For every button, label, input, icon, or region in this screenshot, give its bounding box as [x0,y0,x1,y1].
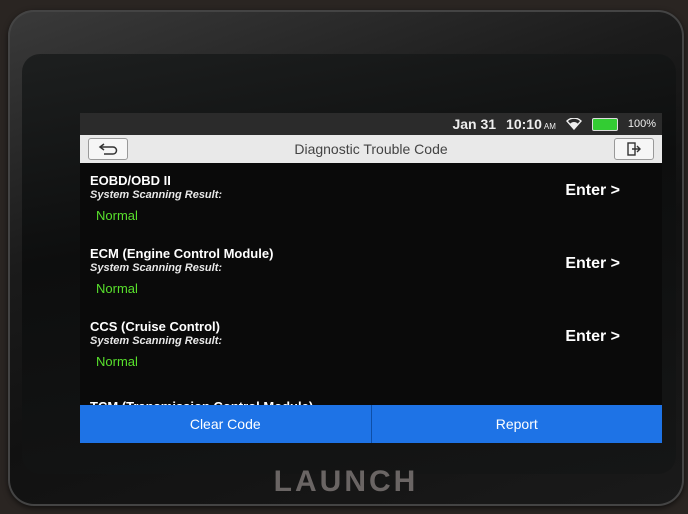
scan-result-label: System Scanning Result: [90,262,223,274]
status-date: Jan 31 [452,116,497,132]
scan-status: Normal [96,281,138,296]
screen: Jan 31 10:10 AM 100% Diagnostic Trouble C… [80,113,662,443]
list-item: EOBD/OBD II System Scanning Result: Norm… [88,163,654,236]
back-arrow-icon [98,143,118,155]
status-bar: Jan 31 10:10 AM 100% [80,113,662,135]
module-list: EOBD/OBD II System Scanning Result: Norm… [80,163,662,382]
enter-button[interactable]: Enter > [565,328,620,346]
scan-status: Normal [96,354,138,369]
module-name: EOBD/OBD II [90,173,171,188]
report-button[interactable]: Report [371,405,662,443]
module-name: ECM (Engine Control Module) [90,246,274,261]
clear-code-button[interactable]: Clear Code [80,405,372,443]
exit-door-icon [627,142,641,156]
back-button[interactable] [88,138,128,160]
battery-icon [591,117,618,131]
bottom-action-bar: Clear Code Report [80,405,662,443]
status-ampm: AM [543,122,556,131]
scan-result-label: System Scanning Result: [90,189,223,201]
status-time: 10:10 [506,116,542,132]
page-title: Diagnostic Trouble Code [294,141,448,157]
exit-button[interactable] [614,138,654,160]
status-time-group: 10:10 AM [506,116,556,132]
list-item: ECM (Engine Control Module) System Scann… [88,236,654,309]
list-item: CCS (Cruise Control) System Scanning Res… [88,309,654,382]
brand-logo: LAUNCH [273,465,419,498]
title-bar: Diagnostic Trouble Code [80,135,662,163]
module-name: CCS (Cruise Control) [90,319,220,334]
wifi-icon [565,118,582,130]
battery-percent: 100% [627,118,656,130]
enter-button[interactable]: Enter > [565,182,620,200]
enter-button[interactable]: Enter > [565,255,620,273]
scan-status: Normal [96,208,138,223]
scan-result-label: System Scanning Result: [90,335,223,347]
